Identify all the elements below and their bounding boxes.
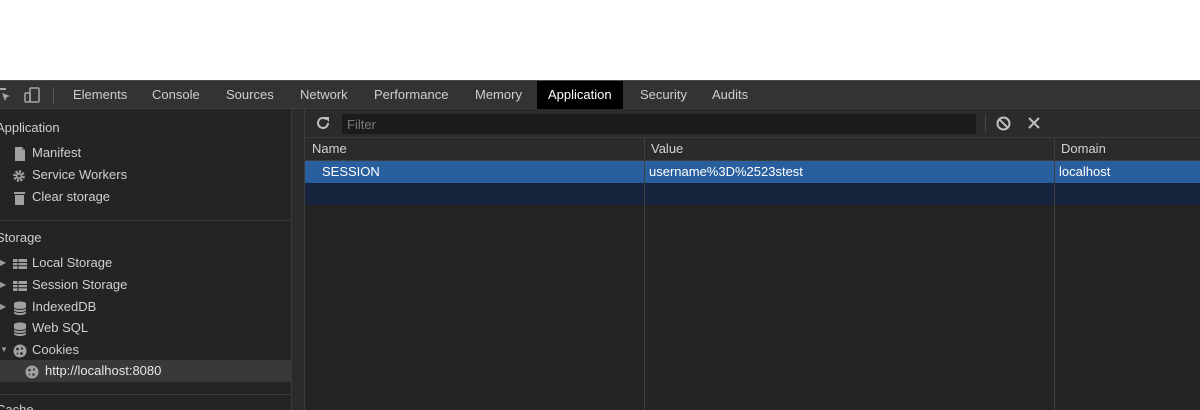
tab-sources[interactable]: Sources <box>215 81 285 109</box>
sidebar-item-label: Cookies <box>32 342 79 357</box>
close-icon[interactable] <box>1026 115 1042 131</box>
table-row[interactable]: SESSION username%3D%2523stest localhost <box>305 161 1200 183</box>
refresh-icon[interactable] <box>315 115 331 131</box>
device-toolbar-icon[interactable] <box>24 87 40 103</box>
sidebar-item-session-storage[interactable]: ▶ Session Storage <box>0 274 291 296</box>
database-icon <box>13 300 27 315</box>
tab-application[interactable]: Application <box>537 81 623 109</box>
tab-console[interactable]: Console <box>141 81 211 109</box>
section-title-application: Application <box>0 120 60 135</box>
grid-icon <box>13 278 27 292</box>
sidebar-item-label: Clear storage <box>32 189 111 204</box>
tab-security[interactable]: Security <box>629 81 698 109</box>
section-divider <box>0 394 291 395</box>
sidebar-item-label: Web SQL <box>32 320 89 335</box>
column-header-value[interactable]: Value <box>644 138 1054 161</box>
database-icon <box>13 321 27 336</box>
gear-icon <box>12 168 26 182</box>
tab-network[interactable]: Network <box>289 81 359 109</box>
column-divider[interactable] <box>1054 138 1055 410</box>
column-divider[interactable] <box>644 138 645 410</box>
section-title-storage: Storage <box>0 230 42 245</box>
toolbar-separator <box>985 115 986 132</box>
cookie-icon <box>25 364 39 379</box>
trash-icon <box>13 190 27 205</box>
cell-value: username%3D%2523stest <box>649 164 803 179</box>
sidebar-item-clear-storage[interactable]: Clear storage <box>0 186 291 208</box>
devtools-window: Elements Console Sources Network Perform… <box>0 80 1200 410</box>
sidebar-item-label: Local Storage <box>32 255 113 270</box>
sidebar-item-local-storage[interactable]: ▶ Local Storage <box>0 252 291 274</box>
tab-memory[interactable]: Memory <box>464 81 533 109</box>
document-icon <box>13 146 27 161</box>
section-title-cache: Cache <box>0 402 34 410</box>
sidebar-item-label: Service Workers <box>32 167 128 182</box>
application-sidebar: Application Manifest Service Workers Cle… <box>0 109 291 410</box>
sidebar-item-service-workers[interactable]: Service Workers <box>0 164 291 186</box>
sidebar-item-cookie-localhost[interactable]: http://localhost:8080 <box>0 360 291 382</box>
tab-performance[interactable]: Performance <box>363 81 459 109</box>
cookies-toolbar <box>305 109 1200 138</box>
cell-name: SESSION <box>322 164 380 179</box>
filter-input[interactable] <box>342 114 976 134</box>
collapse-arrow-icon[interactable]: ▼ <box>0 339 8 361</box>
column-header-domain[interactable]: Domain <box>1054 138 1200 161</box>
section-divider <box>0 220 291 221</box>
sidebar-item-label: Manifest <box>32 145 82 160</box>
cookies-panel: Name Value Domain SESSION username%3D%25… <box>305 109 1200 410</box>
sidebar-item-label: http://localhost:8080 <box>45 363 162 378</box>
devtools-tab-bar: Elements Console Sources Network Perform… <box>0 80 1200 109</box>
sidebar-resizer[interactable] <box>291 109 305 410</box>
table-row-empty[interactable] <box>305 183 1200 205</box>
expand-arrow-icon[interactable]: ▶ <box>0 296 8 318</box>
sidebar-item-cookies[interactable]: ▼ Cookies <box>0 339 291 361</box>
cell-domain: localhost <box>1059 164 1111 179</box>
table-header: Name Value Domain <box>305 138 1200 161</box>
column-header-name[interactable]: Name <box>305 138 644 161</box>
cookie-icon <box>13 343 27 358</box>
grid-icon <box>13 256 27 270</box>
sidebar-item-label: IndexedDB <box>32 299 97 314</box>
expand-arrow-icon[interactable]: ▶ <box>0 252 8 274</box>
sidebar-item-indexeddb[interactable]: ▶ IndexedDB <box>0 296 291 318</box>
tab-elements[interactable]: Elements <box>62 81 138 109</box>
tab-bar-separator <box>53 87 54 104</box>
cookies-table: Name Value Domain SESSION username%3D%25… <box>305 138 1200 410</box>
sidebar-item-web-sql[interactable]: Web SQL <box>0 317 291 339</box>
inspect-element-icon[interactable] <box>0 87 12 103</box>
tab-audits[interactable]: Audits <box>701 81 759 109</box>
sidebar-item-label: Session Storage <box>32 277 128 292</box>
sidebar-item-manifest[interactable]: Manifest <box>0 142 291 164</box>
block-icon[interactable] <box>995 115 1012 132</box>
expand-arrow-icon[interactable]: ▶ <box>0 274 8 296</box>
